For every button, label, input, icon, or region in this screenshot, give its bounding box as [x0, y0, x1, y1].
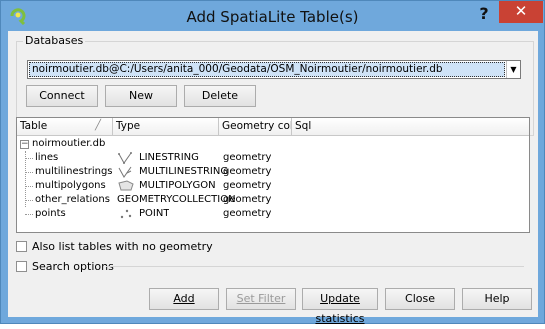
databases-legend: Databases — [23, 34, 86, 47]
table-geometry-column: geometry — [223, 166, 272, 177]
no-geometry-option[interactable]: Also list tables with no geometry — [16, 240, 316, 254]
search-options-group[interactable]: Search options — [16, 260, 530, 274]
no-geometry-label: Also list tables with no geometry — [32, 240, 213, 253]
no-geometry-checkbox[interactable] — [16, 241, 27, 252]
dialog-body: Databases noirmoutier.db@C:/Users/anita_… — [8, 31, 538, 325]
table-geometry-column: geometry — [223, 180, 272, 191]
add-button-label: Add — [173, 292, 195, 305]
table-row[interactable]: points POINT geometry — [17, 207, 529, 221]
help-title-button[interactable]: ? — [471, 3, 497, 25]
tree-branch — [25, 186, 33, 187]
multilinestring-icon — [118, 166, 132, 178]
table-name: points — [35, 208, 66, 219]
database-select-value: noirmoutier.db@C:/Users/anita_000/Geodat… — [29, 62, 505, 77]
update-statistics-button-label: Update statistics — [315, 292, 365, 325]
delete-button[interactable]: Delete — [184, 85, 256, 107]
window-title: Add SpatiaLite Table(s) — [186, 8, 359, 26]
table-row[interactable]: multipolygons MULTIPOLYGON geometry — [17, 179, 529, 193]
table-header: Table ╱ Type Geometry colum Sql — [17, 118, 529, 136]
table-name: other_relations — [35, 194, 110, 205]
tree-branch — [25, 172, 33, 173]
sort-indicator-icon: ╱ — [95, 120, 102, 131]
table-type: LINESTRING — [139, 152, 199, 163]
search-options-divider — [106, 266, 524, 267]
update-statistics-button[interactable]: Update statistics — [302, 288, 378, 325]
dialog-window: Add SpatiaLite Table(s) ? ✕ Databases no… — [0, 0, 545, 325]
linestring-icon — [118, 152, 132, 164]
database-node-label: noirmoutier.db — [32, 138, 106, 149]
search-options-checkbox[interactable] — [16, 261, 27, 272]
table-geometry-column: geometry — [223, 152, 272, 163]
help-button[interactable]: Help — [462, 288, 532, 310]
title-bar[interactable]: Add SpatiaLite Table(s) ? ✕ — [1, 1, 544, 31]
table-name: multipolygons — [35, 180, 106, 191]
set-filter-button: Set Filter — [226, 288, 296, 310]
chevron-down-icon[interactable]: ▼ — [506, 61, 520, 78]
tree-branch — [25, 200, 33, 201]
column-header-type[interactable]: Type — [113, 118, 219, 135]
table-type: POINT — [139, 208, 170, 219]
table-type: MULTILINESTRING — [139, 166, 229, 177]
table-name: multilinestrings — [35, 166, 113, 177]
collapse-icon[interactable]: − — [20, 140, 29, 149]
connect-button[interactable]: Connect — [26, 85, 98, 107]
new-button[interactable]: New — [105, 85, 177, 107]
tree-branch — [25, 214, 33, 215]
table-row[interactable]: multilinestrings MULTILINESTRING geometr… — [17, 165, 529, 179]
database-select[interactable]: noirmoutier.db@C:/Users/anita_000/Geodat… — [27, 60, 521, 79]
add-button[interactable]: Add — [149, 288, 219, 310]
point-icon — [120, 209, 132, 219]
table-type: MULTIPOLYGON — [139, 180, 216, 191]
layers-table[interactable]: Table ╱ Type Geometry colum Sql − noirmo… — [16, 117, 530, 233]
set-filter-button-label: Set Filter — [236, 292, 286, 305]
table-type: GEOMETRYCOLLECTION — [117, 194, 236, 205]
column-header-sql[interactable]: Sql — [292, 118, 529, 135]
close-window-button[interactable]: ✕ — [499, 1, 543, 23]
search-options-label: Search options — [32, 260, 114, 273]
table-row[interactable]: lines LINESTRING geometry — [17, 151, 529, 165]
table-name: lines — [35, 152, 59, 163]
table-geometry-column: geometry — [223, 208, 272, 219]
multipolygon-icon — [118, 180, 134, 191]
close-button[interactable]: Close — [385, 288, 455, 310]
column-header-geometry[interactable]: Geometry colum — [219, 118, 292, 135]
tree-branch — [25, 158, 33, 159]
table-row[interactable]: other_relations GEOMETRYCOLLECTION geome… — [17, 193, 529, 207]
tree-root-row[interactable]: − noirmoutier.db — [17, 137, 529, 151]
table-geometry-column: geometry — [223, 194, 272, 205]
